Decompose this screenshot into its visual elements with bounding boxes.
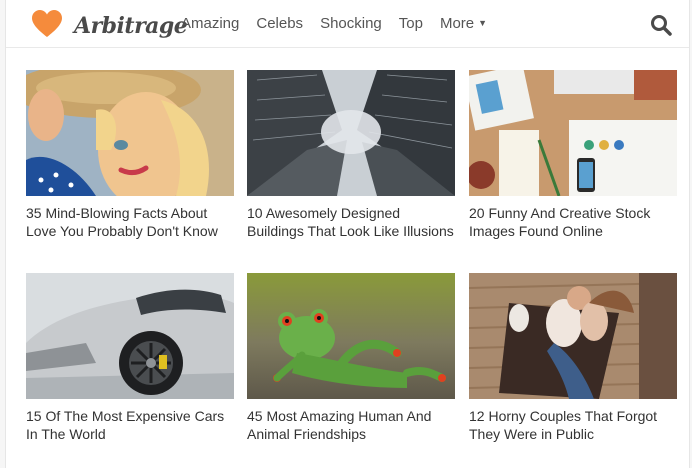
nav-more-label: More — [439, 15, 475, 32]
desk-flat-lay-image — [469, 70, 677, 196]
site-logo[interactable]: Arbitrage — [32, 10, 188, 39]
article-thumbnail[interactable] — [469, 70, 677, 196]
couple-on-blanket-image — [469, 273, 677, 399]
page-frame: Arbitrage Amazing Celebs Shocking Top Mo… — [5, 0, 690, 468]
nav-item-more[interactable]: More ▼ — [440, 15, 487, 32]
nav-item-celebs[interactable]: Celebs — [256, 15, 303, 32]
article-card[interactable]: 45 Most Amazing Human And Animal Friends… — [247, 273, 455, 443]
article-title[interactable]: 12 Horny Couples That Forgot They Were i… — [469, 407, 677, 443]
article-title[interactable]: 35 Mind-Blowing Facts About Love You Pro… — [26, 204, 234, 240]
toy-frog-lounging-image — [247, 273, 455, 399]
nav-item-top[interactable]: Top — [399, 15, 423, 32]
nav-item-amazing[interactable]: Amazing — [181, 15, 239, 32]
article-card[interactable]: 20 Funny And Creative Stock Images Found… — [469, 70, 677, 240]
woman-with-straw-hat-image — [26, 70, 234, 196]
nav-item-shocking[interactable]: Shocking — [320, 15, 382, 32]
article-title[interactable]: 20 Funny And Creative Stock Images Found… — [469, 204, 677, 240]
caret-down-icon: ▼ — [478, 18, 488, 28]
article-thumbnail[interactable] — [469, 273, 677, 399]
article-thumbnail[interactable] — [26, 273, 234, 399]
article-card[interactable]: 15 Of The Most Expensive Cars In The Wor… — [26, 273, 234, 443]
article-card[interactable]: 12 Horny Couples That Forgot They Were i… — [469, 273, 677, 443]
silver-sports-car-image — [26, 273, 234, 399]
article-thumbnail[interactable] — [247, 273, 455, 399]
article-thumbnail[interactable] — [26, 70, 234, 196]
article-title[interactable]: 10 Awesomely Designed Buildings That Loo… — [247, 204, 455, 240]
article-card[interactable]: 35 Mind-Blowing Facts About Love You Pro… — [26, 70, 234, 240]
article-title[interactable]: 15 Of The Most Expensive Cars In The Wor… — [26, 407, 234, 443]
main-nav: Amazing Celebs Shocking Top More ▼ — [181, 15, 504, 32]
search-icon[interactable] — [650, 14, 672, 36]
brand-name: Arbitrage — [74, 13, 188, 39]
site-header: Arbitrage Amazing Celebs Shocking Top Mo… — [6, 0, 689, 48]
article-card[interactable]: 10 Awesomely Designed Buildings That Loo… — [247, 70, 455, 240]
skyscrapers-looking-up-image — [247, 70, 455, 196]
heart-logo-icon — [32, 10, 62, 37]
article-title[interactable]: 45 Most Amazing Human And Animal Friends… — [247, 407, 455, 443]
article-thumbnail[interactable] — [247, 70, 455, 196]
